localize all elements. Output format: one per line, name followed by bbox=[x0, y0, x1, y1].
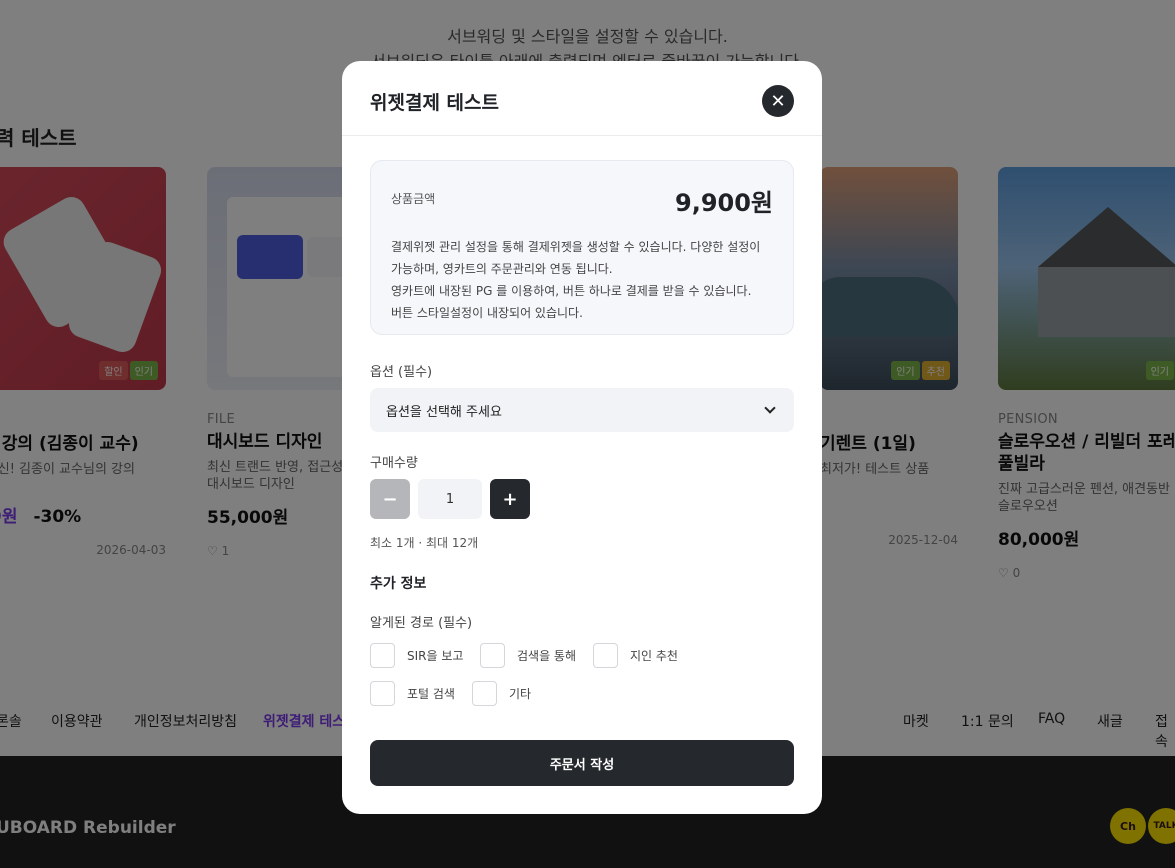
option-select[interactable]: 옵션을 선택해 주세요 bbox=[370, 388, 794, 432]
route-label: 알게된 경로 (필수) bbox=[370, 616, 473, 631]
price-value: 9,900원 bbox=[675, 189, 773, 217]
quantity-hint: 최소 1개 · 최대 12개 bbox=[370, 536, 479, 550]
create-order-button[interactable]: 주문서 작성 bbox=[370, 740, 794, 786]
widget-payment-modal: 위젯결제 테스트 ✕ 상품금액 9,900원 결제위젯 관리 설정을 통해 결제… bbox=[342, 61, 822, 814]
route-checkbox-sir[interactable]: SIR을 보고 bbox=[370, 643, 463, 668]
checkbox[interactable] bbox=[370, 643, 395, 668]
decrease-quantity-button[interactable]: − bbox=[370, 479, 410, 519]
increase-quantity-button[interactable]: + bbox=[490, 479, 530, 519]
checkbox[interactable] bbox=[593, 643, 618, 668]
product-info-box: 상품금액 9,900원 결제위젯 관리 설정을 통해 결제위젯을 생성할 수 있… bbox=[370, 160, 794, 335]
checkbox[interactable] bbox=[480, 643, 505, 668]
checkbox[interactable] bbox=[370, 681, 395, 706]
quantity-input[interactable] bbox=[418, 479, 482, 519]
route-checkbox-referral[interactable]: 지인 추천 bbox=[593, 643, 678, 668]
option-select-value: 옵션을 선택해 주세요 bbox=[386, 404, 502, 420]
price-label: 상품금액 bbox=[391, 192, 436, 206]
route-checkbox-portal[interactable]: 포털 검색 bbox=[370, 681, 455, 706]
modal-header: 위젯결제 테스트 ✕ bbox=[342, 61, 822, 136]
extra-info-title: 추가 정보 bbox=[370, 576, 427, 592]
quantity-label: 구매수량 bbox=[370, 456, 418, 471]
quantity-stepper: − + bbox=[370, 479, 530, 519]
chevron-down-icon bbox=[764, 402, 776, 414]
product-description: 결제위젯 관리 설정을 통해 결제위젯을 생성할 수 있습니다. 다양한 설정이… bbox=[391, 240, 761, 320]
checkbox[interactable] bbox=[472, 681, 497, 706]
option-label: 옵션 (필수) bbox=[370, 365, 433, 380]
modal-title: 위젯결제 테스트 bbox=[370, 92, 499, 114]
route-checkbox-etc[interactable]: 기타 bbox=[472, 681, 531, 706]
route-checkbox-search[interactable]: 검색을 통해 bbox=[480, 643, 576, 668]
close-icon: ✕ bbox=[770, 90, 786, 112]
close-button[interactable]: ✕ bbox=[762, 85, 794, 117]
